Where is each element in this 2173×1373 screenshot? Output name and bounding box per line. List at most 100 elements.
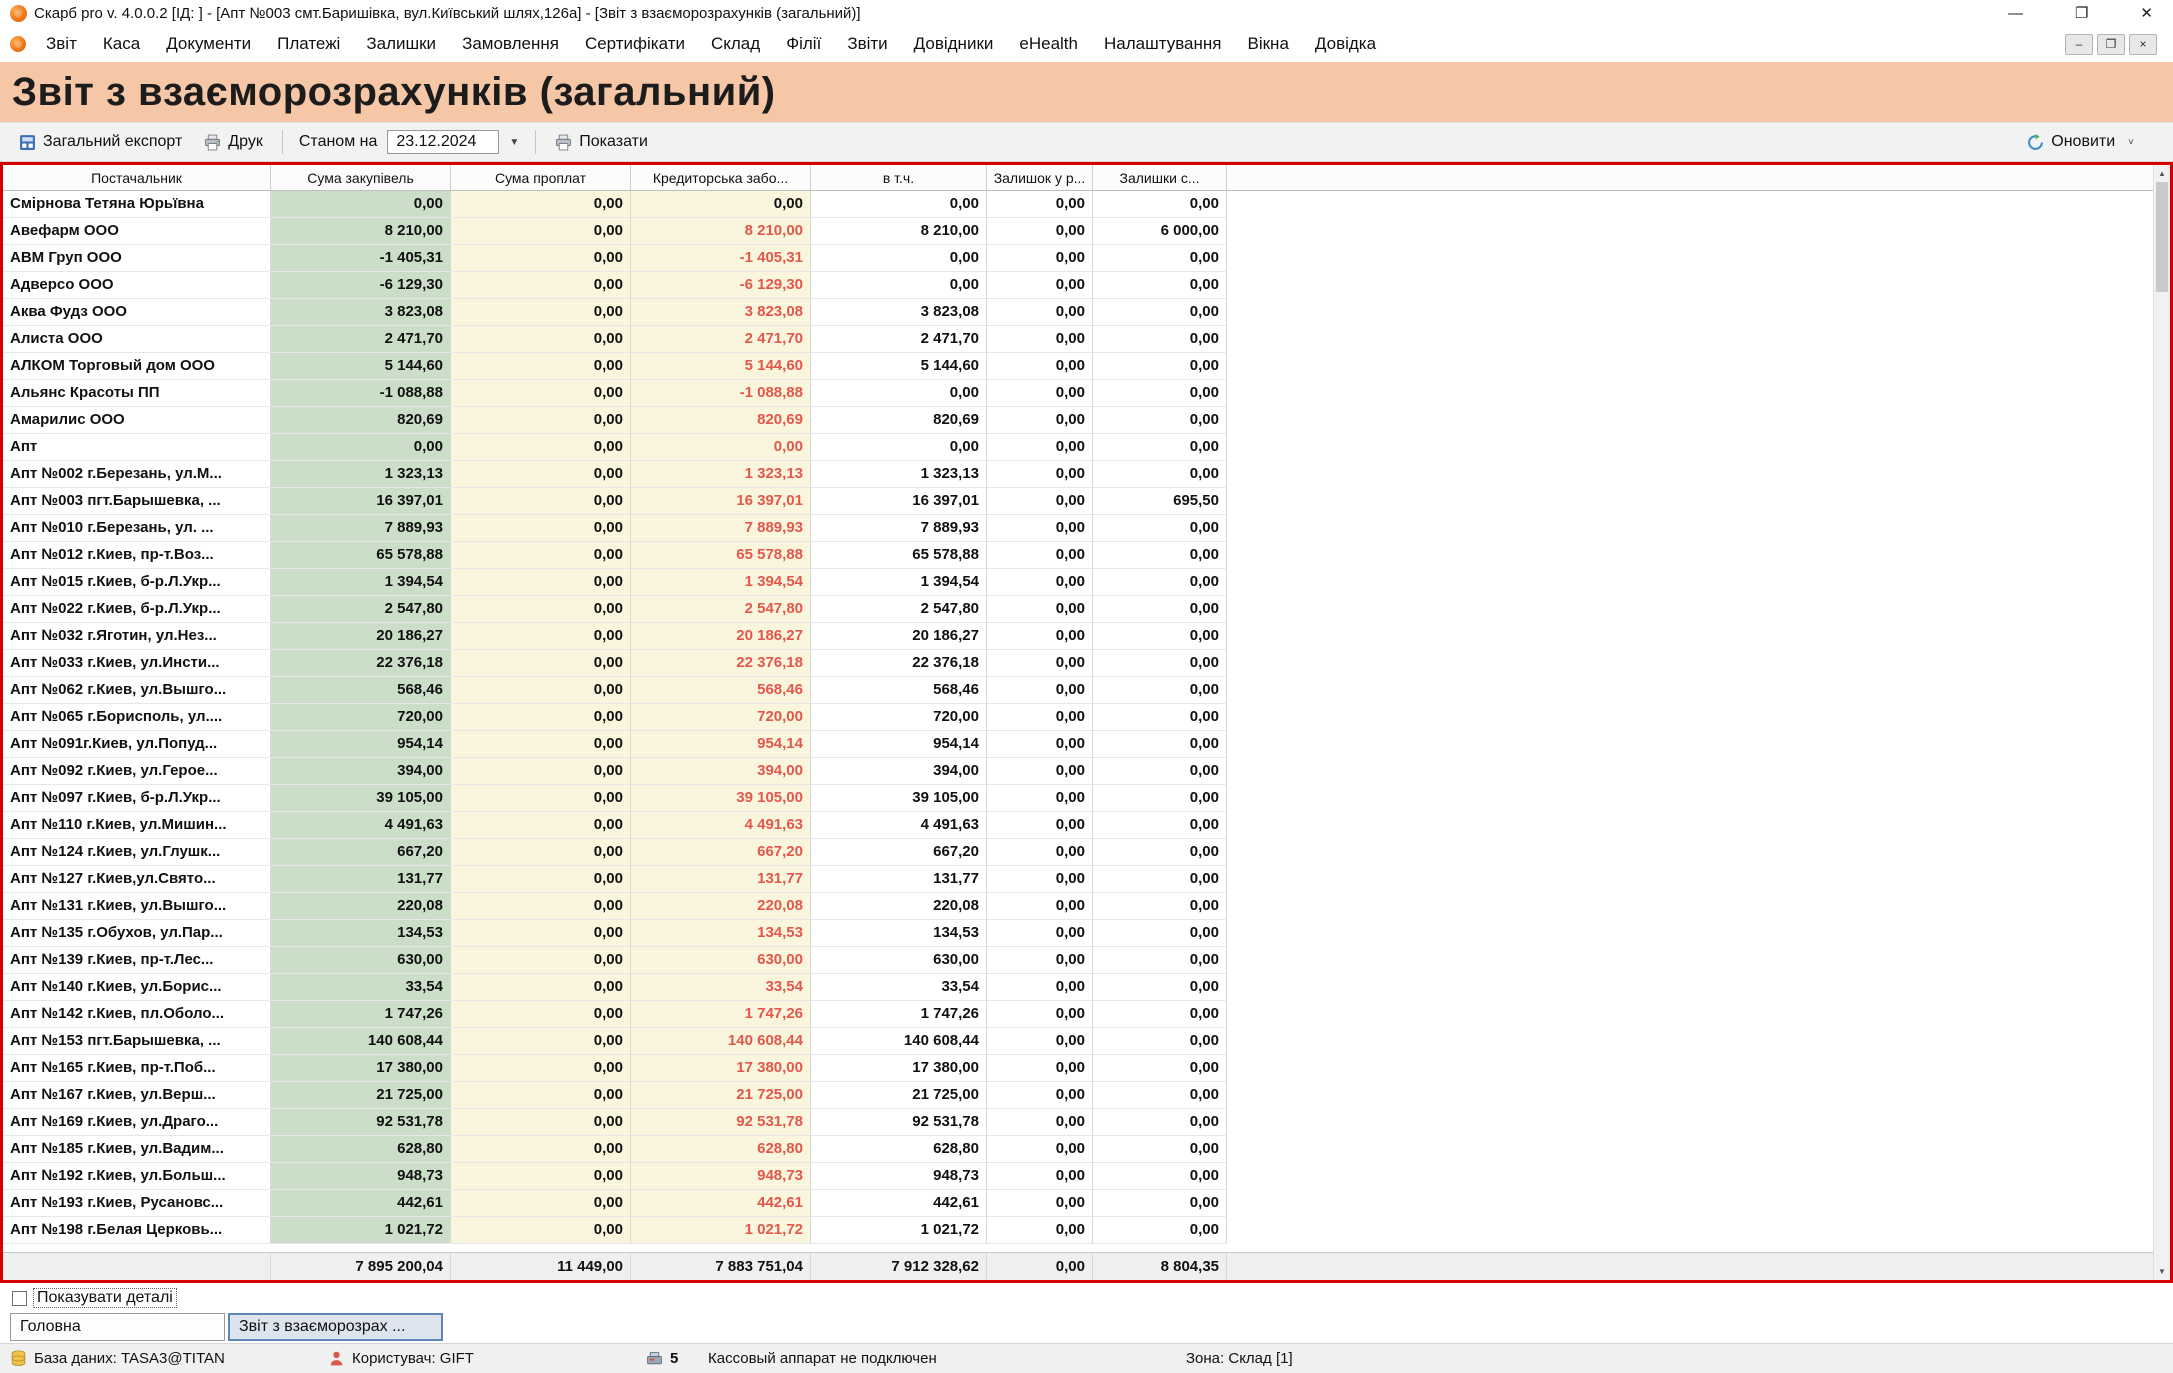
value-cell[interactable]: 3 823,08 xyxy=(631,299,811,326)
value-cell[interactable]: 0,00 xyxy=(451,380,631,407)
value-cell[interactable]: 0,00 xyxy=(1093,434,1227,461)
value-cell[interactable]: 2 547,80 xyxy=(271,596,451,623)
value-cell[interactable]: 0,00 xyxy=(1093,893,1227,920)
column-header[interactable]: Сума проплат xyxy=(451,165,631,190)
value-cell[interactable]: 0,00 xyxy=(987,704,1093,731)
supplier-cell[interactable]: Адверсо ООО xyxy=(3,272,271,299)
supplier-cell[interactable]: Апт №010 г.Березань, ул. ... xyxy=(3,515,271,542)
value-cell[interactable]: 0,00 xyxy=(451,191,631,218)
value-cell[interactable]: 0,00 xyxy=(1093,650,1227,677)
supplier-cell[interactable]: Апт №062 г.Киев, ул.Вышго... xyxy=(3,677,271,704)
value-cell[interactable]: 0,00 xyxy=(631,434,811,461)
restore-button[interactable]: ❐ xyxy=(2075,4,2088,22)
value-cell[interactable]: 0,00 xyxy=(451,1001,631,1028)
column-header[interactable]: Кредиторська забо... xyxy=(631,165,811,190)
value-cell[interactable]: 954,14 xyxy=(271,731,451,758)
value-cell[interactable]: 0,00 xyxy=(987,272,1093,299)
supplier-cell[interactable]: Апт №192 г.Киев, ул.Больш... xyxy=(3,1163,271,1190)
value-cell[interactable]: 0,00 xyxy=(987,299,1093,326)
value-cell[interactable]: 220,08 xyxy=(631,893,811,920)
value-cell[interactable]: 1 747,26 xyxy=(631,1001,811,1028)
value-cell[interactable]: 65 578,88 xyxy=(271,542,451,569)
value-cell[interactable]: 0,00 xyxy=(987,1163,1093,1190)
value-cell[interactable]: 0,00 xyxy=(987,461,1093,488)
value-cell[interactable]: 1 021,72 xyxy=(811,1217,987,1244)
value-cell[interactable]: 0,00 xyxy=(987,191,1093,218)
date-dropdown-arrow-icon[interactable]: ▼ xyxy=(503,137,525,148)
value-cell[interactable]: 820,69 xyxy=(631,407,811,434)
value-cell[interactable]: -6 129,30 xyxy=(271,272,451,299)
value-cell[interactable]: 820,69 xyxy=(271,407,451,434)
table-row[interactable]: АВМ Груп ООО-1 405,310,00-1 405,310,000,… xyxy=(3,245,2170,272)
table-row[interactable]: Апт №002 г.Березань, ул.М...1 323,130,00… xyxy=(3,461,2170,488)
value-cell[interactable]: 0,00 xyxy=(987,1136,1093,1163)
child-minimize-button[interactable]: – xyxy=(2065,34,2093,55)
value-cell[interactable]: 0,00 xyxy=(1093,1001,1227,1028)
value-cell[interactable]: 0,00 xyxy=(987,380,1093,407)
value-cell[interactable]: 0,00 xyxy=(811,191,987,218)
supplier-cell[interactable]: Апт №198 г.Белая Церковь... xyxy=(3,1217,271,1244)
table-row[interactable]: Апт №185 г.Киев, ул.Вадим...628,800,0062… xyxy=(3,1136,2170,1163)
value-cell[interactable]: 0,00 xyxy=(271,191,451,218)
value-cell[interactable]: 0,00 xyxy=(811,380,987,407)
supplier-cell[interactable]: Апт №092 г.Киев, ул.Герое... xyxy=(3,758,271,785)
value-cell[interactable]: 0,00 xyxy=(1093,785,1227,812)
value-cell[interactable]: 0,00 xyxy=(1093,407,1227,434)
value-cell[interactable]: 134,53 xyxy=(631,920,811,947)
table-row[interactable]: Апт №198 г.Белая Церковь...1 021,720,001… xyxy=(3,1217,2170,1244)
menu-item-платежі[interactable]: Платежі xyxy=(264,30,353,58)
value-cell[interactable]: 131,77 xyxy=(271,866,451,893)
value-cell[interactable]: 1 323,13 xyxy=(811,461,987,488)
supplier-cell[interactable]: Апт №110 г.Киев, ул.Мишин... xyxy=(3,812,271,839)
value-cell[interactable]: 2 471,70 xyxy=(811,326,987,353)
value-cell[interactable]: 442,61 xyxy=(631,1190,811,1217)
value-cell[interactable]: 0,00 xyxy=(451,1055,631,1082)
value-cell[interactable]: 0,00 xyxy=(451,434,631,461)
value-cell[interactable]: 442,61 xyxy=(811,1190,987,1217)
value-cell[interactable]: 628,80 xyxy=(631,1136,811,1163)
column-header[interactable]: Залишки с... xyxy=(1093,165,1227,190)
value-cell[interactable]: 4 491,63 xyxy=(631,812,811,839)
value-cell[interactable]: 0,00 xyxy=(451,1109,631,1136)
value-cell[interactable]: 720,00 xyxy=(811,704,987,731)
value-cell[interactable]: 21 725,00 xyxy=(631,1082,811,1109)
value-cell[interactable]: 22 376,18 xyxy=(271,650,451,677)
value-cell[interactable]: 0,00 xyxy=(1093,1028,1227,1055)
value-cell[interactable]: 0,00 xyxy=(1093,542,1227,569)
value-cell[interactable]: 0,00 xyxy=(987,1217,1093,1244)
value-cell[interactable]: 220,08 xyxy=(271,893,451,920)
supplier-cell[interactable]: Апт №140 г.Киев, ул.Борис... xyxy=(3,974,271,1001)
value-cell[interactable]: 39 105,00 xyxy=(271,785,451,812)
value-cell[interactable]: 0,00 xyxy=(1093,812,1227,839)
value-cell[interactable]: 39 105,00 xyxy=(631,785,811,812)
value-cell[interactable]: 22 376,18 xyxy=(631,650,811,677)
supplier-cell[interactable]: Альянс Красоты ПП xyxy=(3,380,271,407)
supplier-cell[interactable]: Авефарм ООО xyxy=(3,218,271,245)
value-cell[interactable]: 0,00 xyxy=(631,191,811,218)
value-cell[interactable]: 0,00 xyxy=(1093,731,1227,758)
value-cell[interactable]: 0,00 xyxy=(1093,704,1227,731)
value-cell[interactable]: 33,54 xyxy=(271,974,451,1001)
close-button[interactable]: ✕ xyxy=(2140,4,2153,22)
value-cell[interactable]: 0,00 xyxy=(451,1082,631,1109)
value-cell[interactable]: 6 000,00 xyxy=(1093,218,1227,245)
value-cell[interactable]: 628,80 xyxy=(271,1136,451,1163)
supplier-cell[interactable]: Апт №165 г.Киев, пр-т.Поб... xyxy=(3,1055,271,1082)
value-cell[interactable]: 4 491,63 xyxy=(271,812,451,839)
menu-item-залишки[interactable]: Залишки xyxy=(353,30,449,58)
value-cell[interactable]: 0,00 xyxy=(987,1082,1093,1109)
value-cell[interactable]: 720,00 xyxy=(631,704,811,731)
value-cell[interactable]: 92 531,78 xyxy=(811,1109,987,1136)
supplier-cell[interactable]: Апт №124 г.Киев, ул.Глушк... xyxy=(3,839,271,866)
value-cell[interactable]: 0,00 xyxy=(1093,974,1227,1001)
table-row[interactable]: Апт №124 г.Киев, ул.Глушк...667,200,0066… xyxy=(3,839,2170,866)
value-cell[interactable]: 1 747,26 xyxy=(271,1001,451,1028)
value-cell[interactable]: 0,00 xyxy=(987,731,1093,758)
value-cell[interactable]: 2 471,70 xyxy=(271,326,451,353)
print-button[interactable]: Друк xyxy=(195,129,272,155)
value-cell[interactable]: 1 323,13 xyxy=(631,461,811,488)
value-cell[interactable]: 0,00 xyxy=(811,245,987,272)
tab-home[interactable]: Головна xyxy=(10,1313,225,1341)
value-cell[interactable]: 568,46 xyxy=(811,677,987,704)
value-cell[interactable]: 394,00 xyxy=(811,758,987,785)
